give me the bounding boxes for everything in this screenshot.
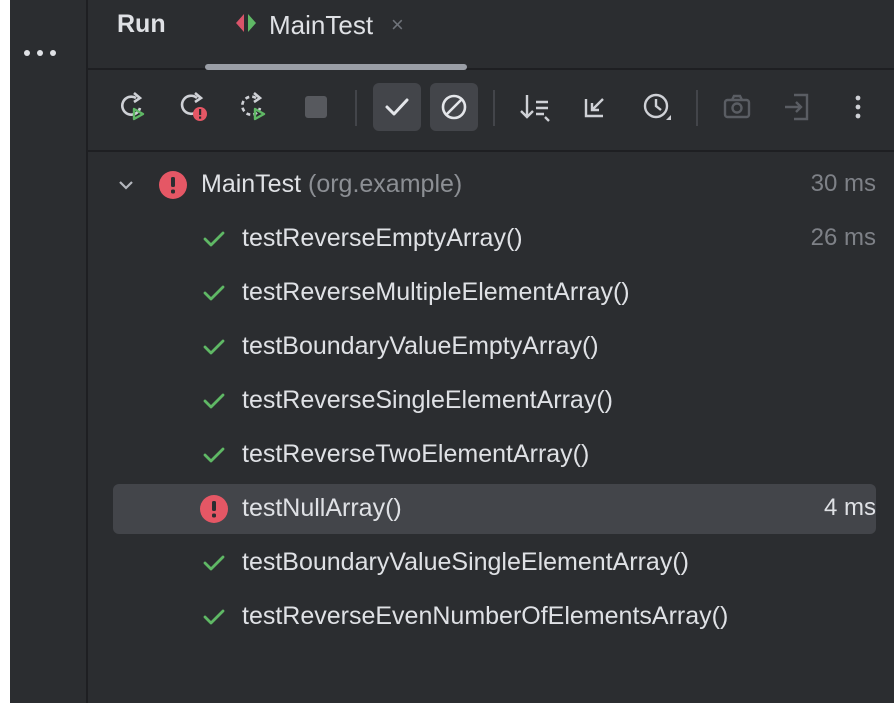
toolbar-separator <box>355 90 357 126</box>
rerun-automatically-icon[interactable] <box>231 83 279 131</box>
rerun-failed-icon[interactable] <box>170 83 218 131</box>
test-method-name: testReverseEvenNumberOfElementsArray() <box>242 602 729 630</box>
tabs-bar: Run MainTest × <box>88 0 894 70</box>
run-tool-window-title: Run <box>117 10 166 38</box>
test-row[interactable]: testNullArray() 4 ms <box>113 484 876 534</box>
test-class-package: (org.example) <box>308 170 463 198</box>
test-duration: 30 ms <box>810 170 876 197</box>
run-tool-window: Run MainTest × MainTest (org.example) 30… <box>10 0 894 703</box>
passed-check-icon <box>201 442 227 473</box>
test-method-name: testBoundaryValueEmptyArray() <box>242 332 599 360</box>
tool-window-strip <box>10 0 88 703</box>
test-row[interactable]: testReverseEvenNumberOfElementsArray() <box>113 592 876 642</box>
test-method-name: testNullArray() <box>242 494 402 522</box>
test-row[interactable]: testBoundaryValueSingleElementArray() <box>113 538 876 588</box>
chevron-down-icon[interactable] <box>117 176 135 199</box>
test-row[interactable]: testReverseSingleElementArray() <box>113 376 876 426</box>
passed-check-icon <box>201 280 227 311</box>
passed-check-icon <box>201 226 227 257</box>
test-row[interactable]: testReverseMultipleElementArray() <box>113 268 876 318</box>
toolbar-separator <box>493 90 495 126</box>
failed-status-icon <box>158 170 188 205</box>
junit-run-config-icon <box>233 10 259 41</box>
tab-maintest-label: MainTest <box>269 9 374 40</box>
test-duration: 26 ms <box>810 224 876 251</box>
tab-maintest[interactable]: MainTest × <box>233 9 404 41</box>
test-row[interactable]: testReverseTwoElementArray() <box>113 430 876 480</box>
test-runner-toolbar <box>88 70 894 152</box>
show-passed-toggle-icon[interactable] <box>373 83 421 131</box>
passed-check-icon <box>201 334 227 365</box>
failed-status-icon <box>199 494 229 529</box>
more-tool-windows-icon[interactable] <box>24 50 60 62</box>
test-method-name: testReverseMultipleElementArray() <box>242 278 630 306</box>
run-panel: Run MainTest × MainTest (org.example) 30… <box>88 0 894 703</box>
import-tests-icon[interactable] <box>773 83 821 131</box>
test-row[interactable]: testBoundaryValueEmptyArray() <box>113 322 876 372</box>
test-method-name: testBoundaryValueSingleElementArray() <box>242 548 689 576</box>
passed-check-icon <box>201 550 227 581</box>
test-method-name: testReverseTwoElementArray() <box>242 440 590 468</box>
camera-icon[interactable] <box>713 83 761 131</box>
test-method-name: testReverseSingleElementArray() <box>242 386 613 414</box>
passed-check-icon <box>201 604 227 635</box>
sort-alphabetically-icon[interactable] <box>511 83 559 131</box>
test-row[interactable]: testReverseEmptyArray() 26 ms <box>113 214 876 264</box>
show-ignored-toggle-icon[interactable] <box>430 83 478 131</box>
collapse-all-icon[interactable] <box>572 83 620 131</box>
tree-root-row[interactable]: MainTest (org.example) 30 ms <box>113 160 876 210</box>
test-duration: 4 ms <box>823 494 876 521</box>
toolbar-separator <box>696 90 698 126</box>
passed-check-icon <box>201 388 227 419</box>
test-class-name: MainTest <box>201 170 302 198</box>
test-method-name: testReverseEmptyArray() <box>242 224 523 252</box>
stop-icon[interactable] <box>292 83 340 131</box>
close-tab-icon[interactable]: × <box>391 12 404 38</box>
sort-by-duration-icon[interactable] <box>633 83 681 131</box>
rerun-icon[interactable] <box>109 83 157 131</box>
more-options-icon[interactable] <box>834 83 882 131</box>
